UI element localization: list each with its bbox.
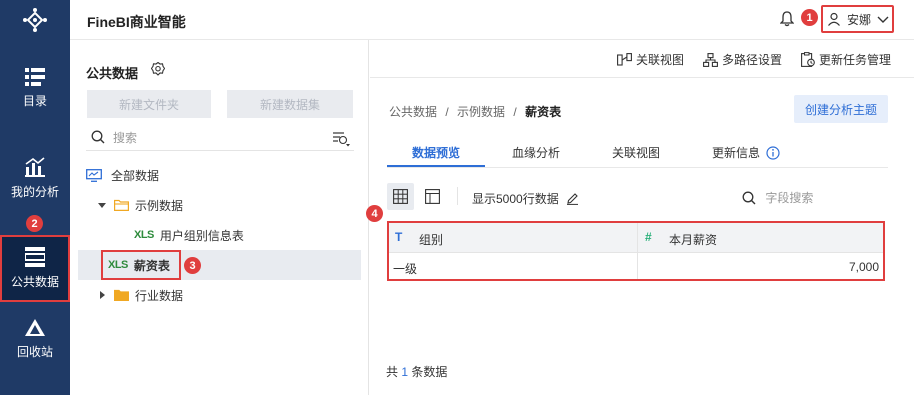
app-title: FineBI商业智能 (87, 14, 186, 30)
new-folder-button[interactable]: 新建文件夹 (87, 90, 211, 118)
panel-title: 公共数据 (86, 66, 139, 81)
logo-icon (23, 8, 47, 32)
tab-data-preview[interactable]: 数据预览 (412, 144, 460, 161)
active-tab-indicator (387, 165, 485, 167)
field-search-input[interactable]: 字段搜索 (765, 191, 813, 205)
gear-icon[interactable] (151, 62, 165, 76)
nav-item-catalog[interactable]: 目录 (0, 68, 70, 109)
search-icon (91, 130, 105, 144)
left-nav: 目录 我的分析 公共数据 回收站 (0, 0, 70, 395)
column-header-group[interactable]: 组别 (419, 231, 443, 248)
breadcrumb-separator: / (445, 105, 449, 119)
folder-icon (114, 289, 129, 301)
tab-update-info[interactable]: 更新信息 (712, 144, 780, 161)
breadcrumb-current: 薪资表 (525, 105, 562, 119)
folder-icon (114, 199, 129, 211)
search-icon (742, 191, 756, 205)
tree-node-all-data[interactable]: 全部数据 (78, 160, 361, 190)
tree-node-industry-data[interactable]: 行业数据 (78, 280, 361, 310)
multipath-tool[interactable]: 多路径设置 (703, 51, 782, 68)
update-task-tool[interactable]: 更新任务管理 (801, 51, 891, 68)
catalog-icon (25, 68, 45, 86)
monitor-icon (86, 168, 102, 182)
nav-label-catalog: 目录 (22, 94, 47, 108)
step-marker: 2 (26, 215, 43, 232)
field-view-button[interactable] (419, 183, 446, 210)
tree-node-user-group-table[interactable]: XLS 用户组别信息表 (78, 220, 361, 250)
record-count: 共 1 条数据 (386, 363, 447, 380)
column-header-monthly-salary[interactable]: 本月薪资 (669, 231, 717, 248)
tree-search[interactable]: 搜索 (86, 125, 354, 151)
nav-label-recycle-bin: 回收站 (16, 345, 53, 359)
record-count-suffix: 条数据 (411, 365, 448, 379)
grid-view-button[interactable] (387, 183, 414, 210)
app-logo[interactable] (0, 0, 70, 40)
user-name: 安娜 (847, 12, 872, 27)
tab-related-view[interactable]: 关联视图 (612, 144, 660, 161)
data-panel: 公共数据 新建文件夹 新建数据集 搜索 全部数据 示例数据 XLS 用户组别信息… (70, 40, 369, 395)
dataset-toolbar: 关联视图 多路径设置 更新任务管理 (370, 40, 914, 78)
breadcrumb-sample-data[interactable]: 示例数据 (457, 105, 505, 119)
breadcrumb-separator: / (513, 105, 517, 119)
create-analysis-button[interactable]: 创建分析主题 (794, 95, 888, 123)
field-search[interactable]: 字段搜索 (742, 189, 813, 206)
record-count-number: 1 (401, 365, 409, 379)
table-header (389, 223, 883, 253)
multipath-icon (703, 52, 718, 67)
xls-icon: XLS (134, 229, 154, 241)
recycle-icon (25, 319, 45, 336)
breadcrumb-public-data[interactable]: 公共数据 (389, 105, 437, 119)
table-cell: 7,000 (848, 260, 879, 274)
nav-label-my-analysis: 我的分析 (10, 185, 59, 199)
step-marker: 4 (366, 205, 383, 222)
number-type-icon: # (645, 230, 652, 244)
field-view-icon (425, 189, 440, 204)
toolbar-divider (457, 187, 458, 205)
sort-filter-icon[interactable] (332, 131, 350, 147)
related-view-tool[interactable]: 关联视图 (617, 51, 684, 68)
text-type-icon: T (395, 230, 403, 244)
user-icon (828, 12, 840, 26)
tabs-divider (387, 167, 888, 168)
column-divider (637, 223, 638, 279)
step-marker: 1 (801, 9, 818, 26)
breadcrumb: 公共数据 / 示例数据 / 薪资表 (389, 103, 561, 120)
related-view-label: 关联视图 (636, 53, 685, 67)
data-preview-table: T 组别 # 本月薪资 一级 7,000 (387, 221, 885, 281)
nav-item-my-analysis[interactable]: 我的分析 (0, 157, 70, 200)
nav-item-recycle-bin[interactable]: 回收站 (0, 319, 70, 360)
grid-view-icon (393, 189, 408, 204)
top-bar: FineBI商业智能 安娜 (70, 0, 914, 40)
app-root: 目录 我的分析 公共数据 回收站 FineBI商业智能 安娜 公共数据 新建文件… (0, 0, 914, 395)
highlight-box-salary-table (101, 250, 181, 280)
multipath-label: 多路径设置 (722, 53, 783, 67)
caret-right-icon[interactable] (98, 291, 106, 299)
new-dataset-button[interactable]: 新建数据集 (227, 90, 353, 118)
tree-node-sample-data[interactable]: 示例数据 (78, 190, 361, 220)
caret-down-icon[interactable] (98, 201, 106, 209)
record-count-prefix: 共 (386, 365, 399, 379)
row-count-label: 显示5000行数据 (472, 192, 559, 206)
update-task-label: 更新任务管理 (819, 53, 892, 67)
tree-label-industry-data: 行业数据 (135, 288, 184, 303)
search-input[interactable]: 搜索 (113, 129, 137, 146)
step-marker: 3 (184, 257, 201, 274)
row-count-setting[interactable]: 显示5000行数据 (472, 190, 579, 207)
bell-icon[interactable] (780, 11, 794, 27)
tree-label-all-data: 全部数据 (111, 168, 160, 183)
user-menu[interactable]: 安娜 (821, 5, 894, 33)
tab-update-info-label: 更新信息 (712, 146, 761, 160)
tree-label-user-group-table: 用户组别信息表 (159, 228, 244, 243)
info-icon[interactable] (766, 145, 780, 160)
edit-icon[interactable] (566, 192, 579, 205)
tab-lineage[interactable]: 血缘分析 (512, 144, 560, 161)
main-content: 公共数据 / 示例数据 / 薪资表 创建分析主题 数据预览 血缘分析 关联视图 … (370, 79, 914, 395)
tree-label-sample-data: 示例数据 (135, 198, 184, 213)
chart-icon (25, 157, 45, 177)
chevron-down-icon (877, 16, 889, 23)
relation-icon (617, 52, 632, 66)
highlight-box-public-data (0, 235, 70, 302)
task-icon (801, 52, 815, 67)
table-cell: 一级 (393, 262, 418, 276)
